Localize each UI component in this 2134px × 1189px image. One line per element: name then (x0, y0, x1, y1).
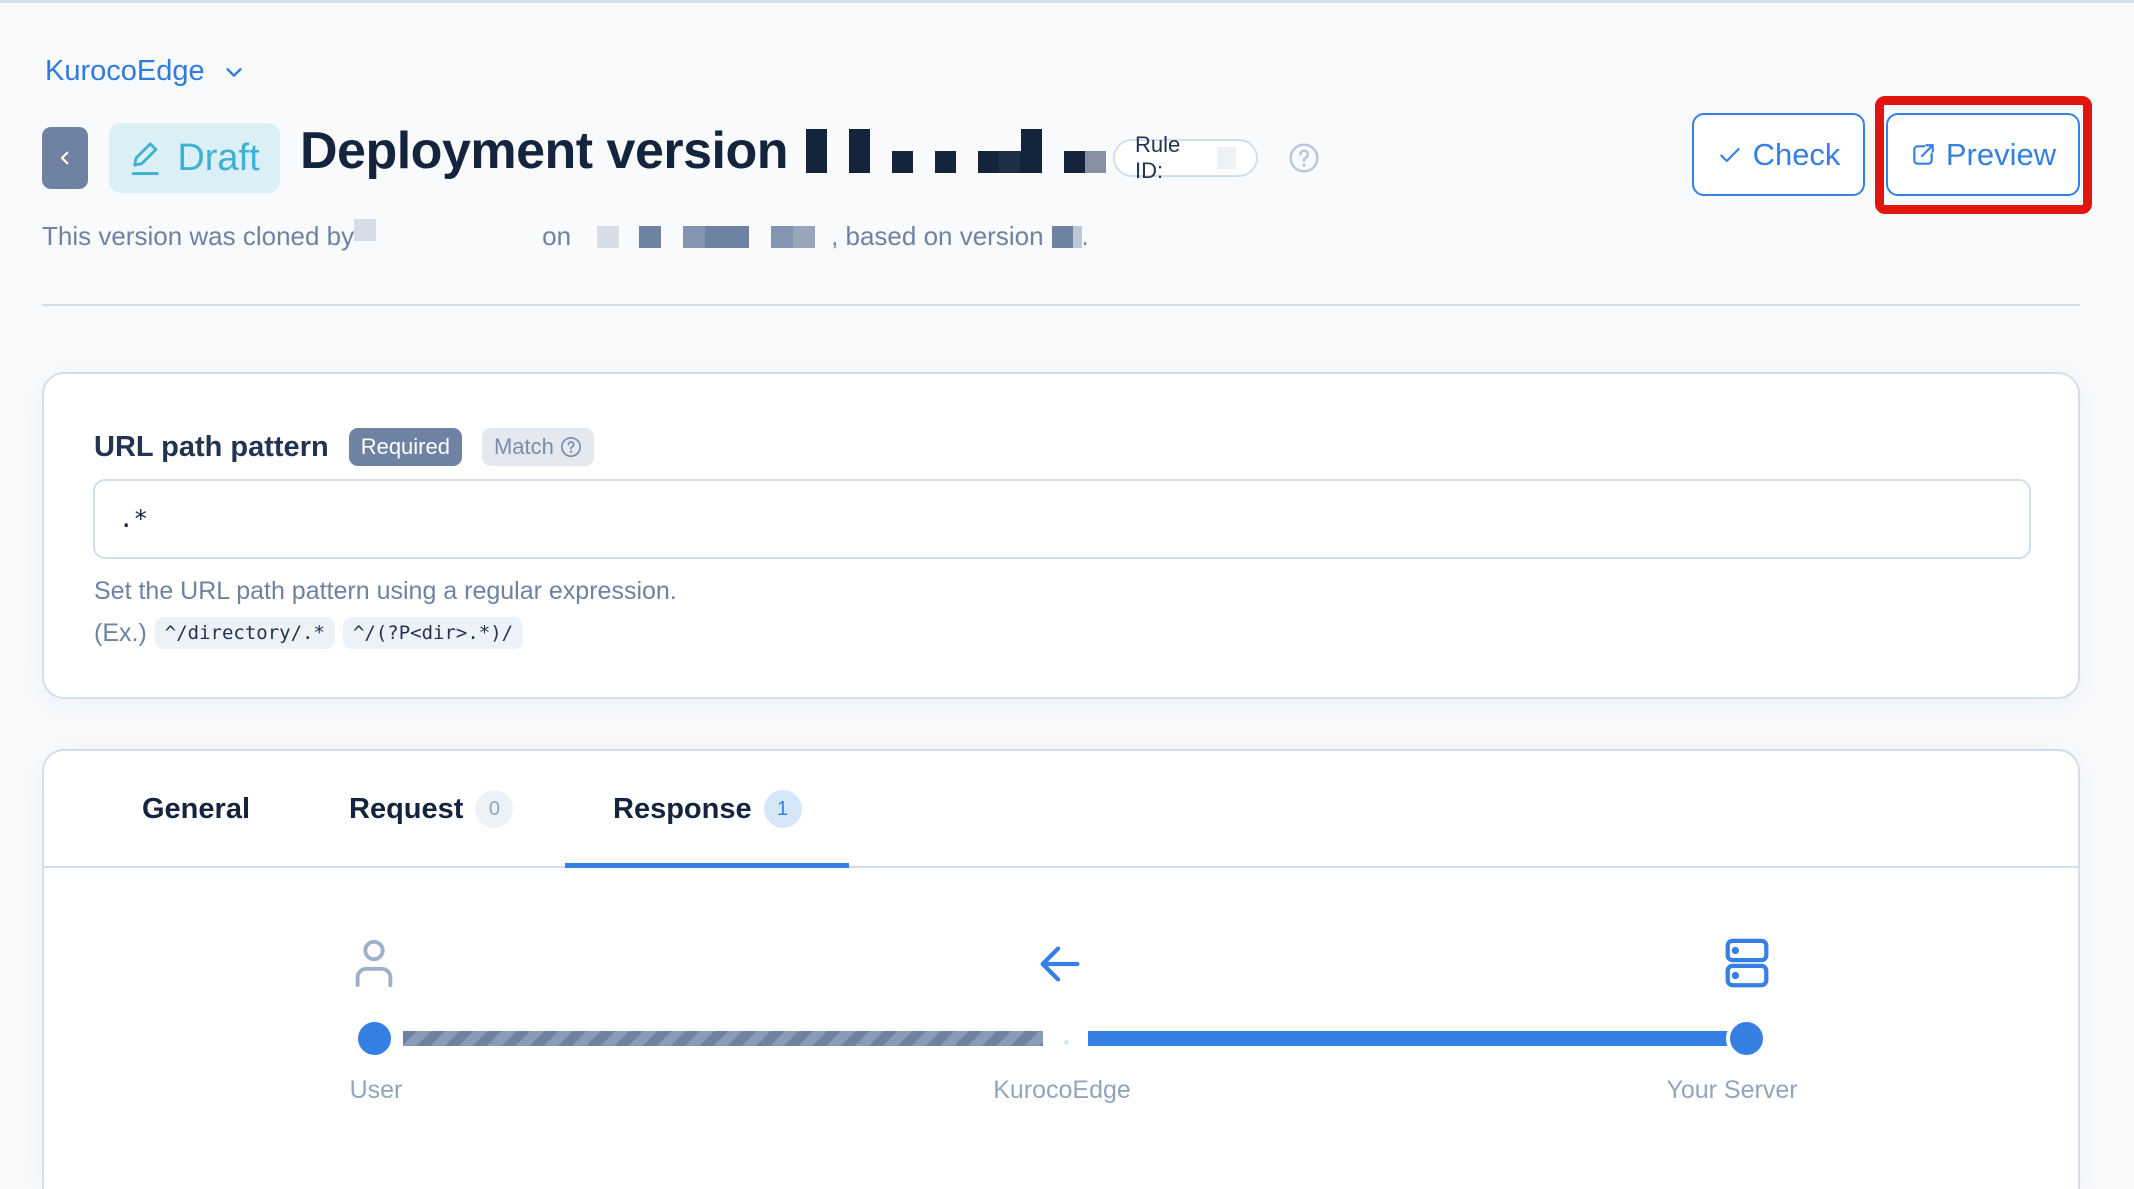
tab-request[interactable]: Request 0 (349, 781, 514, 837)
chevron-left-icon (60, 151, 69, 165)
tab-general[interactable]: General (142, 781, 250, 837)
tab-count-badge: 0 (475, 790, 514, 828)
flow-track-inactive (403, 1031, 1043, 1046)
redacted-user (354, 218, 377, 241)
check-button-label: Check (1752, 136, 1841, 172)
rule-id-label: Rule ID: (1135, 132, 1181, 183)
examples-prefix: (Ex.) (94, 618, 147, 647)
tab-label: Request (349, 792, 464, 825)
active-tab-indicator (565, 863, 849, 868)
flow-label-server: Your Server (1666, 1076, 1798, 1104)
rule-id-pill: Rule ID: (1113, 132, 1258, 183)
example-chip: ^/(?P<dir>.*)/ (342, 617, 524, 649)
help-icon[interactable] (1288, 142, 1320, 174)
page-title: Deployment version (300, 121, 1107, 181)
tab-response[interactable]: Response 1 (613, 781, 802, 837)
required-tag: Required (348, 428, 462, 466)
example-chip: ^/directory/.* (154, 617, 335, 649)
tab-label: Response (613, 792, 752, 825)
redacted-rule-id (1217, 147, 1236, 169)
flow-label-user: User (349, 1076, 403, 1104)
check-button[interactable]: Check (1692, 113, 1865, 196)
server-icon (1725, 938, 1769, 988)
arrow-left-icon (1040, 946, 1080, 982)
redacted-date (597, 225, 620, 248)
url-pattern-label: URL path pattern (94, 430, 329, 463)
url-pattern-help-text: Set the URL path pattern using a regular… (94, 577, 677, 605)
project-switcher[interactable]: KurocoEdge (45, 55, 245, 88)
project-name: KurocoEdge (45, 55, 205, 87)
flow-track-active (1088, 1031, 1728, 1046)
subtitle-based-on: , based on version (831, 221, 1044, 251)
flow-node-kurocoedge (1046, 1022, 1087, 1063)
checkmark-icon (1719, 147, 1740, 162)
user-icon (355, 939, 393, 988)
rule-settings-card: General Request 0 Response 1 User Kuroco… (42, 749, 2080, 1189)
version-subtitle: This version was cloned by on , based on… (42, 218, 1089, 252)
match-tag-label: Match (493, 434, 554, 459)
page-title-text: Deployment version (300, 122, 789, 180)
redacted-version-name (798, 129, 1107, 173)
pencil-icon (132, 142, 160, 175)
external-link-icon (1913, 143, 1934, 165)
url-pattern-card: URL path pattern Required Match Set the … (42, 372, 2080, 699)
url-pattern-input[interactable] (93, 479, 2031, 559)
tab-count-badge: 1 (763, 790, 802, 828)
flow-node-user (354, 1018, 395, 1059)
status-badge-label: Draft (177, 136, 260, 179)
header-divider (42, 304, 2080, 306)
subtitle-on: on (542, 221, 572, 251)
url-pattern-field-header: URL path pattern Required Match (94, 428, 594, 466)
tab-label: General (142, 792, 250, 825)
status-badge: Draft (109, 123, 280, 193)
preview-button[interactable]: Preview (1886, 113, 2080, 196)
chevron-down-icon (226, 67, 242, 77)
back-button[interactable] (42, 127, 88, 189)
subtitle-prefix: This version was cloned by (42, 221, 355, 251)
flow-label-kurocoedge: KurocoEdge (993, 1076, 1131, 1104)
flow-node-server (1726, 1018, 1767, 1059)
help-icon (560, 437, 581, 457)
tab-bar: General Request 0 Response 1 (44, 751, 2078, 868)
preview-button-label: Preview (1945, 136, 2057, 172)
match-tag[interactable]: Match (481, 428, 594, 466)
redacted-base-version (1051, 225, 1082, 248)
url-pattern-examples: (Ex.) ^/directory/.* ^/(?P<dir>.*)/ (94, 617, 524, 649)
